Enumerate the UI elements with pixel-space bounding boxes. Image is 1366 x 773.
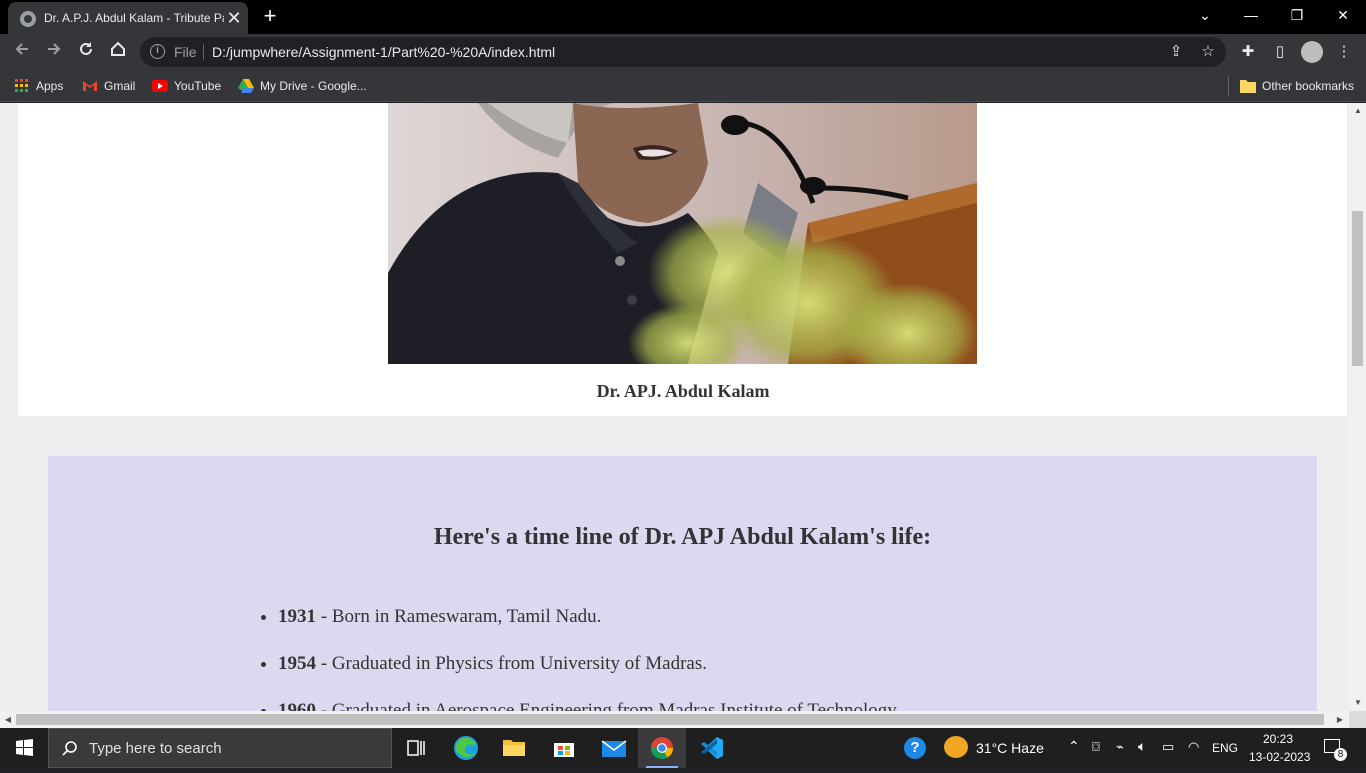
- taskbar-search-box[interactable]: Type here to search: [48, 728, 392, 768]
- volume-icon[interactable]: 🔈︎: [1138, 738, 1146, 755]
- search-icon: [62, 741, 77, 756]
- timeline-event: - Graduated in Physics from University o…: [316, 653, 708, 674]
- scroll-up-arrow-icon[interactable]: ▲: [1350, 103, 1366, 119]
- profile-avatar[interactable]: [1301, 41, 1323, 63]
- list-item: 1931 - Born in Rameswaram, Tamil Nadu.: [278, 606, 900, 653]
- scroll-right-arrow-icon[interactable]: ▶: [1332, 712, 1348, 728]
- taskbar-app-vscode[interactable]: [688, 728, 736, 768]
- new-tab-button[interactable]: +: [258, 4, 282, 28]
- forward-button[interactable]: [42, 40, 66, 64]
- start-button[interactable]: [0, 728, 48, 768]
- timeline-list: 1931 - Born in Rameswaram, Tamil Nadu. 1…: [278, 606, 900, 728]
- mail-icon: [601, 740, 627, 757]
- windows-logo-icon: [16, 739, 33, 756]
- close-window-button[interactable]: ✕: [1320, 0, 1366, 34]
- timeline-year: 1931: [278, 606, 316, 627]
- scroll-down-arrow-icon[interactable]: ▼: [1350, 695, 1366, 711]
- photo-caption: Dr. APJ. Abdul Kalam: [596, 381, 770, 401]
- youtube-icon: [152, 80, 168, 92]
- list-item: 1954 - Graduated in Physics from Univers…: [278, 653, 900, 700]
- side-panel-icon[interactable]: ▯: [1270, 42, 1290, 62]
- help-icon[interactable]: ?: [904, 737, 926, 759]
- language-indicator[interactable]: ENG: [1212, 741, 1238, 755]
- wifi-icon[interactable]: ◠: [1188, 739, 1199, 755]
- folder-icon: [503, 740, 525, 756]
- menu-icon[interactable]: ⋮: [1334, 42, 1354, 62]
- tab-title: Dr. A.P.J. Abdul Kalam - Tribute Page: [44, 11, 224, 25]
- bookmark-apps[interactable]: Apps: [14, 77, 63, 95]
- camera-icon[interactable]: ⌁: [1116, 739, 1124, 755]
- taskbar-app-edge[interactable]: [442, 728, 490, 768]
- bookmark-youtube[interactable]: YouTube: [152, 77, 221, 95]
- restore-button[interactable]: ❐: [1274, 0, 1320, 34]
- clock-date[interactable]: 13-02-2023: [1249, 750, 1310, 764]
- weather-haze-icon[interactable]: [944, 736, 968, 758]
- bookmark-my-drive[interactable]: My Drive - Google...: [238, 77, 367, 95]
- chevron-up-icon[interactable]: ⌃: [1068, 738, 1080, 755]
- folder-icon: [1240, 80, 1256, 93]
- timeline-event: - Born in Rameswaram, Tamil Nadu.: [316, 606, 602, 627]
- vertical-scroll-thumb[interactable]: [1352, 211, 1363, 366]
- extensions-icon[interactable]: ✚: [1238, 42, 1258, 62]
- back-button[interactable]: [10, 40, 34, 64]
- edge-icon: [454, 736, 478, 760]
- timeline-heading: Here's a time line of Dr. APJ Abdul Kala…: [433, 524, 932, 550]
- search-placeholder: Type here to search: [89, 740, 222, 757]
- taskbar-app-chrome[interactable]: [638, 728, 686, 768]
- meet-now-icon[interactable]: ⌼: [1092, 739, 1100, 755]
- browser-toolbar: i File D:/jumpwhere/Assignment-1/Part%20…: [0, 34, 1366, 70]
- reload-icon: [80, 42, 92, 55]
- divider: [1228, 76, 1229, 96]
- address-bar[interactable]: i File D:/jumpwhere/Assignment-1/Part%20…: [140, 37, 1226, 67]
- home-button[interactable]: [106, 40, 130, 64]
- notification-count-badge: 8: [1334, 748, 1347, 761]
- web-page: Dr. APJ. Abdul Kalam Here's a time line …: [0, 103, 1366, 728]
- tab-close-button[interactable]: ✕: [224, 8, 244, 28]
- other-bookmarks[interactable]: Other bookmarks: [1240, 77, 1354, 95]
- clock-time[interactable]: 20:23: [1263, 732, 1293, 746]
- url-text[interactable]: D:/jumpwhere/Assignment-1/Part%20-%20A/i…: [212, 44, 555, 60]
- divider: [203, 44, 204, 60]
- arrow-left-icon: [15, 43, 28, 55]
- bookmarks-bar: Apps Gmail YouTube My Drive - Google... …: [0, 70, 1366, 102]
- scroll-left-arrow-icon[interactable]: ◀: [0, 712, 16, 728]
- apps-grid-icon: [15, 79, 28, 92]
- drive-icon: [238, 79, 254, 93]
- taskbar-app-file-explorer[interactable]: [490, 728, 538, 768]
- windows-taskbar: Type here to search ? 31°C Haze ⌃ ⌼ ⌁ 🔈︎…: [0, 728, 1366, 768]
- scrollbar-corner: [1349, 711, 1366, 728]
- url-scheme-label: File: [174, 44, 197, 60]
- taskbar-app-store[interactable]: [540, 728, 588, 768]
- chrome-icon: [651, 737, 673, 759]
- battery-icon[interactable]: ▭: [1162, 739, 1174, 755]
- info-icon[interactable]: i: [150, 44, 165, 59]
- task-view-button[interactable]: [392, 728, 440, 768]
- gmail-icon: [83, 81, 97, 91]
- horizontal-scrollbar[interactable]: ◀ ▶: [0, 711, 1349, 728]
- weather-text[interactable]: 31°C Haze: [976, 740, 1044, 756]
- kalam-portrait-image: [388, 103, 977, 364]
- home-icon: [111, 41, 125, 56]
- share-icon[interactable]: ⇪: [1166, 42, 1186, 62]
- timeline-year: 1954: [278, 653, 316, 674]
- store-icon: [554, 743, 574, 757]
- taskbar-app-mail[interactable]: [590, 728, 638, 768]
- globe-icon: [20, 11, 36, 27]
- horizontal-scroll-thumb[interactable]: [16, 714, 1324, 725]
- tab-search-button[interactable]: ⌄: [1182, 0, 1228, 34]
- kalam-photo: [388, 103, 977, 364]
- bookmark-gmail[interactable]: Gmail: [82, 77, 135, 95]
- task-view-icon: [407, 740, 425, 756]
- vscode-icon: [701, 737, 723, 759]
- browser-tab[interactable]: Dr. A.P.J. Abdul Kalam - Tribute Page ✕: [8, 2, 248, 34]
- vertical-scrollbar[interactable]: ▲ ▼: [1349, 103, 1366, 711]
- timeline-section: Here's a time line of Dr. APJ Abdul Kala…: [48, 456, 1317, 728]
- browser-titlebar: Dr. A.P.J. Abdul Kalam - Tribute Page ✕ …: [0, 0, 1366, 34]
- arrow-right-icon: [48, 43, 61, 55]
- reload-button[interactable]: [74, 40, 98, 64]
- minimize-button[interactable]: —: [1228, 0, 1274, 34]
- star-icon[interactable]: ☆: [1198, 42, 1218, 62]
